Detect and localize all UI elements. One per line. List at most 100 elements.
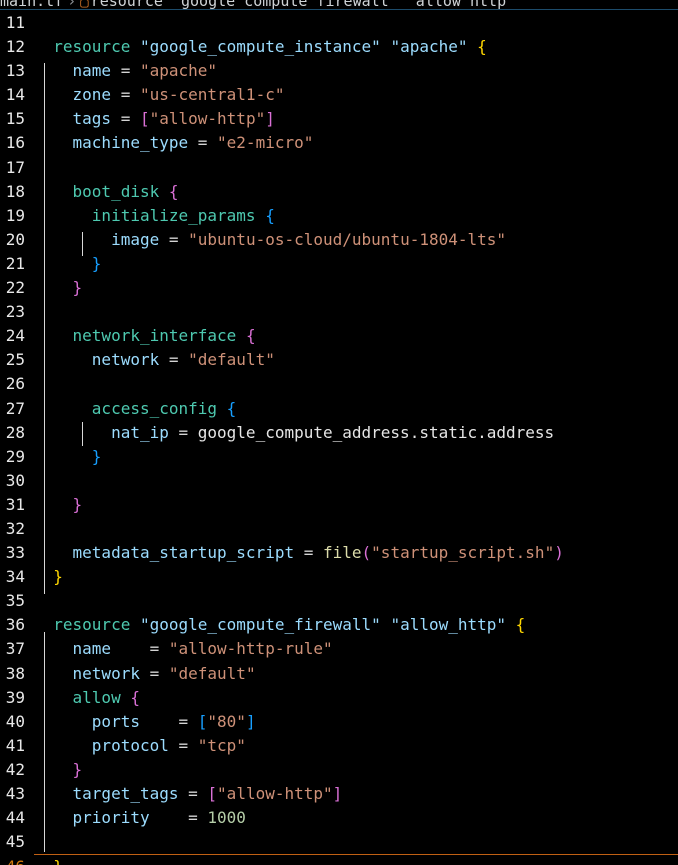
code-line[interactable]: 41 protocol = "tcp" bbox=[0, 734, 678, 758]
code-line[interactable]: 23 bbox=[0, 300, 678, 324]
code-text[interactable] bbox=[34, 830, 678, 855]
code-text[interactable]: name = "apache" bbox=[34, 59, 678, 83]
code-text[interactable]: network = "default" bbox=[34, 662, 678, 686]
line-number: 34 bbox=[5, 567, 25, 587]
code-line[interactable]: 36 resource "google_compute_firewall" "a… bbox=[0, 613, 678, 637]
code-line[interactable]: 39 allow { bbox=[0, 686, 678, 710]
code-text[interactable]: initialize_params { bbox=[34, 204, 678, 228]
code-line[interactable]: 37 name = "allow-http-rule" bbox=[0, 637, 678, 661]
code-line[interactable]: 18 boot_disk { bbox=[0, 180, 678, 204]
breadcrumb[interactable]: main.tf › ▢ resource "google_compute_firewa… bbox=[0, 0, 678, 10]
line-number: 30 bbox=[5, 470, 25, 490]
code-line[interactable]: 11 bbox=[0, 11, 678, 35]
line-number: 41 bbox=[5, 735, 25, 755]
code-line[interactable]: 46 } bbox=[0, 854, 678, 865]
code-text[interactable]: metadata_startup_script = file("startup_… bbox=[34, 541, 678, 565]
code-line[interactable]: 14 zone = "us-central1-c" bbox=[0, 83, 678, 107]
breadcrumb-symbol-args[interactable]: "google_compute_firewall" "allow_http" bbox=[172, 0, 515, 9]
line-number: 43 bbox=[5, 784, 25, 803]
code-line[interactable]: 26 bbox=[0, 372, 678, 396]
code-text[interactable] bbox=[34, 469, 678, 493]
code-line[interactable]: 29 } bbox=[0, 445, 678, 469]
line-number: 25 bbox=[5, 350, 25, 370]
code-lines[interactable]: 11 12 resource "google_compute_instance"… bbox=[0, 11, 678, 865]
code-text[interactable]: protocol = "tcp" bbox=[34, 734, 678, 758]
code-line[interactable]: 13 name = "apache" bbox=[0, 59, 678, 83]
code-line[interactable]: 38 network = "default" bbox=[0, 662, 678, 686]
code-text[interactable]: } bbox=[34, 854, 678, 865]
code-line[interactable]: 45 bbox=[0, 830, 678, 855]
code-line[interactable]: 32 bbox=[0, 517, 678, 541]
code-line[interactable]: 15 tags = ["allow-http"] bbox=[0, 107, 678, 131]
line-number: 33 bbox=[5, 543, 25, 563]
code-text[interactable]: } bbox=[34, 565, 678, 589]
code-text[interactable]: } bbox=[34, 493, 678, 517]
line-number: 27 bbox=[5, 398, 25, 418]
code-line[interactable]: 17 bbox=[0, 156, 678, 180]
line-number: 22 bbox=[5, 278, 25, 298]
code-text[interactable]: target_tags = ["allow-http"] bbox=[34, 782, 678, 806]
line-number: 17 bbox=[5, 157, 25, 177]
code-text[interactable]: image = "ubuntu-os-cloud/ubuntu-1804-lts… bbox=[34, 228, 678, 252]
code-text[interactable]: network = "default" bbox=[34, 348, 678, 372]
code-text[interactable]: resource "google_compute_firewall" "allo… bbox=[34, 613, 678, 637]
code-line[interactable]: 22 } bbox=[0, 276, 678, 300]
line-number: 14 bbox=[5, 85, 25, 105]
line-number: 19 bbox=[5, 205, 25, 225]
code-line[interactable]: 33 metadata_startup_script = file("start… bbox=[0, 541, 678, 565]
line-number: 32 bbox=[5, 518, 25, 538]
code-text[interactable]: } bbox=[34, 276, 678, 300]
line-number: 26 bbox=[5, 374, 25, 394]
code-text[interactable] bbox=[34, 589, 678, 613]
code-text[interactable]: tags = ["allow-http"] bbox=[34, 107, 678, 131]
code-text[interactable]: name = "allow-http-rule" bbox=[34, 637, 678, 661]
code-line[interactable]: 16 machine_type = "e2-micro" bbox=[0, 131, 678, 155]
line-number: 18 bbox=[5, 181, 25, 201]
code-line[interactable]: 40 ports = ["80"] bbox=[0, 710, 678, 734]
code-text[interactable]: } bbox=[34, 758, 678, 782]
code-text[interactable]: allow { bbox=[34, 686, 678, 710]
line-number: 45 bbox=[5, 832, 25, 852]
code-text[interactable]: priority = 1000 bbox=[34, 806, 678, 830]
code-line[interactable]: 42 } bbox=[0, 758, 678, 782]
code-line[interactable]: 21 } bbox=[0, 252, 678, 276]
code-line[interactable]: 30 bbox=[0, 469, 678, 493]
code-text[interactable]: network_interface { bbox=[34, 324, 678, 348]
breadcrumb-symbol-kind[interactable]: resource bbox=[91, 0, 163, 9]
code-text[interactable]: machine_type = "e2-micro" bbox=[34, 131, 678, 155]
breadcrumb-separator: › bbox=[67, 0, 77, 10]
code-line[interactable]: 25 network = "default" bbox=[0, 348, 678, 372]
code-line[interactable]: 28 nat_ip = google_compute_address.stati… bbox=[0, 421, 678, 445]
code-text[interactable] bbox=[34, 517, 678, 541]
code-text[interactable]: } bbox=[34, 252, 678, 276]
line-number: 38 bbox=[5, 663, 25, 683]
line-number: 42 bbox=[5, 759, 25, 779]
code-line[interactable]: 20 image = "ubuntu-os-cloud/ubuntu-1804-… bbox=[0, 228, 678, 252]
code-line[interactable]: 27 access_config { bbox=[0, 397, 678, 421]
code-text[interactable]: nat_ip = google_compute_address.static.a… bbox=[34, 421, 678, 445]
breadcrumb-file[interactable]: main.tf bbox=[0, 0, 63, 9]
code-text[interactable]: ports = ["80"] bbox=[34, 710, 678, 734]
code-text[interactable]: boot_disk { bbox=[34, 180, 678, 204]
code-text[interactable] bbox=[34, 156, 678, 180]
code-text[interactable]: zone = "us-central1-c" bbox=[34, 83, 678, 107]
code-line[interactable]: 12 resource "google_compute_instance" "a… bbox=[0, 35, 678, 59]
code-text[interactable] bbox=[34, 11, 678, 35]
code-line[interactable]: 19 initialize_params { bbox=[0, 204, 678, 228]
code-line[interactable]: 44 priority = 1000 bbox=[0, 806, 678, 830]
code-text[interactable]: } bbox=[34, 445, 678, 469]
line-number: 13 bbox=[5, 61, 25, 81]
code-line[interactable]: 34 } bbox=[0, 565, 678, 589]
line-number: 11 bbox=[5, 13, 25, 32]
code-text[interactable] bbox=[34, 372, 678, 396]
line-number: 31 bbox=[5, 494, 25, 514]
code-text[interactable]: access_config { bbox=[34, 397, 678, 421]
code-line[interactable]: 43 target_tags = ["allow-http"] bbox=[0, 782, 678, 806]
code-line[interactable]: 31 } bbox=[0, 493, 678, 517]
code-line[interactable]: 24 network_interface { bbox=[0, 324, 678, 348]
code-text[interactable] bbox=[34, 300, 678, 324]
code-text[interactable]: resource "google_compute_instance" "apac… bbox=[34, 35, 678, 59]
code-editor[interactable]: 11 12 resource "google_compute_instance"… bbox=[0, 11, 678, 865]
line-number: 39 bbox=[5, 687, 25, 707]
code-line[interactable]: 35 bbox=[0, 589, 678, 613]
